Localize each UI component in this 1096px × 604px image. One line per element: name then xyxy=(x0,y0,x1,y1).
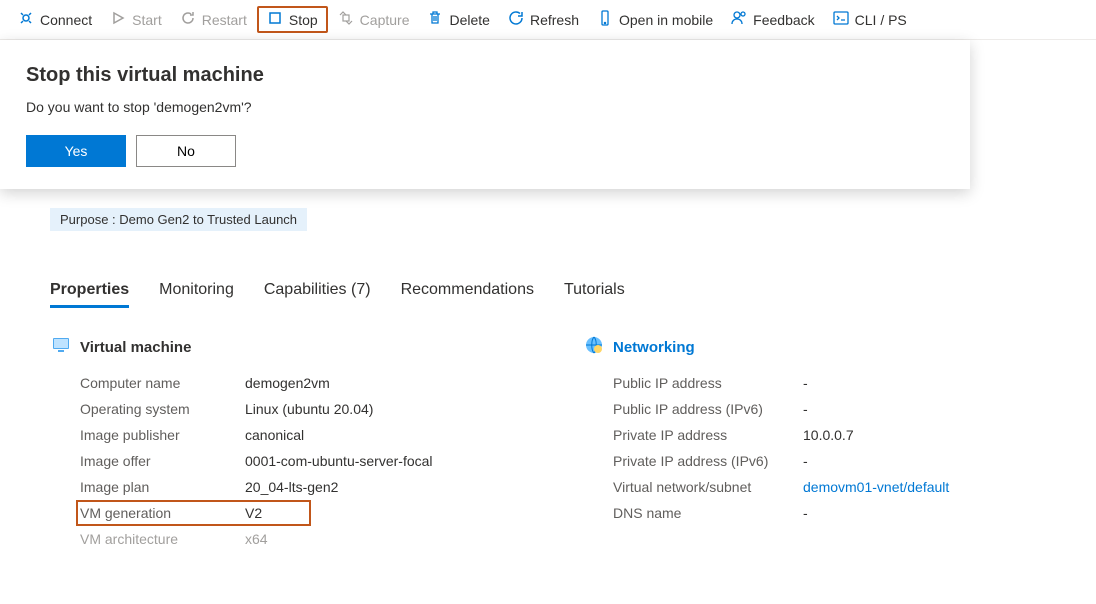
tab-monitoring[interactable]: Monitoring xyxy=(159,281,234,308)
stop-label: Stop xyxy=(289,12,318,28)
capture-label: Capture xyxy=(360,12,410,28)
restart-button: Restart xyxy=(172,6,255,33)
networking-section: Networking Public IP address - Public IP… xyxy=(583,336,1076,552)
command-bar: Connect Start Restart Stop Capture Delet… xyxy=(0,0,1096,40)
prop-plan: Image plan 20_04-lts-gen2 xyxy=(80,474,543,500)
tab-properties[interactable]: Properties xyxy=(50,281,129,308)
cli-icon xyxy=(833,10,849,29)
dialog-title: Stop this virtual machine xyxy=(26,64,944,87)
capture-icon xyxy=(338,10,354,29)
prop-public-ip: Public IP address - xyxy=(613,370,1076,396)
prop-dns: DNS name - xyxy=(613,500,1076,526)
prop-vm-generation: VM generation V2 xyxy=(76,500,311,526)
vm-section: Virtual machine Computer name demogen2vm… xyxy=(50,336,543,552)
feedback-icon xyxy=(731,10,747,29)
stop-confirm-dialog: Stop this virtual machine Do you want to… xyxy=(0,40,970,189)
vnet-link[interactable]: demovm01-vnet/default xyxy=(803,479,949,495)
capture-button: Capture xyxy=(330,6,418,33)
tab-capabilities[interactable]: Capabilities (7) xyxy=(264,281,371,308)
connect-icon xyxy=(18,10,34,29)
prop-publisher: Image publisher canonical xyxy=(80,422,543,448)
vm-section-header: Virtual machine xyxy=(52,336,543,358)
open-mobile-button[interactable]: Open in mobile xyxy=(589,6,721,33)
delete-label: Delete xyxy=(449,12,489,28)
connect-button[interactable]: Connect xyxy=(10,6,100,33)
tab-recommendations[interactable]: Recommendations xyxy=(401,281,534,308)
cli-button[interactable]: CLI / PS xyxy=(825,6,915,33)
start-label: Start xyxy=(132,12,162,28)
connect-label: Connect xyxy=(40,12,92,28)
prop-public-ip6: Public IP address (IPv6) - xyxy=(613,396,1076,422)
mobile-icon xyxy=(597,10,613,29)
no-button[interactable]: No xyxy=(136,135,236,167)
prop-computer-name: Computer name demogen2vm xyxy=(80,370,543,396)
delete-button[interactable]: Delete xyxy=(419,6,497,33)
tabs: Properties Monitoring Capabilities (7) R… xyxy=(50,281,1076,308)
restart-label: Restart xyxy=(202,12,247,28)
monitor-icon xyxy=(52,336,70,358)
prop-offer: Image offer 0001-com-ubuntu-server-focal xyxy=(80,448,543,474)
yes-button[interactable]: Yes xyxy=(26,135,126,167)
play-icon xyxy=(110,10,126,29)
feedback-label: Feedback xyxy=(753,12,814,28)
prop-private-ip: Private IP address 10.0.0.7 xyxy=(613,422,1076,448)
dialog-message: Do you want to stop 'demogen2vm'? xyxy=(26,99,944,115)
tab-tutorials[interactable]: Tutorials xyxy=(564,281,625,308)
globe-icon xyxy=(585,336,603,358)
networking-property-list: Public IP address - Public IP address (I… xyxy=(613,370,1076,526)
refresh-button[interactable]: Refresh xyxy=(500,6,587,33)
refresh-icon xyxy=(508,10,524,29)
stop-icon xyxy=(267,10,283,29)
prop-os: Operating system Linux (ubuntu 20.04) xyxy=(80,396,543,422)
tag-chip[interactable]: Purpose : Demo Gen2 to Trusted Launch xyxy=(50,208,307,231)
vm-property-list: Computer name demogen2vm Operating syste… xyxy=(80,370,543,552)
vm-section-title: Virtual machine xyxy=(80,339,191,356)
prop-vnet: Virtual network/subnet demovm01-vnet/def… xyxy=(613,474,1076,500)
refresh-label: Refresh xyxy=(530,12,579,28)
prop-private-ip6: Private IP address (IPv6) - xyxy=(613,448,1076,474)
feedback-button[interactable]: Feedback xyxy=(723,6,822,33)
properties-panel: Virtual machine Computer name demogen2vm… xyxy=(50,336,1076,552)
start-button: Start xyxy=(102,6,170,33)
prop-architecture: VM architecture x64 xyxy=(80,526,543,552)
trash-icon xyxy=(427,10,443,29)
stop-button[interactable]: Stop xyxy=(257,6,328,33)
open-mobile-label: Open in mobile xyxy=(619,12,713,28)
restart-icon xyxy=(180,10,196,29)
cli-label: CLI / PS xyxy=(855,12,907,28)
networking-section-title: Networking xyxy=(613,339,695,356)
dialog-buttons: Yes No xyxy=(26,135,944,167)
networking-section-header[interactable]: Networking xyxy=(585,336,1076,358)
